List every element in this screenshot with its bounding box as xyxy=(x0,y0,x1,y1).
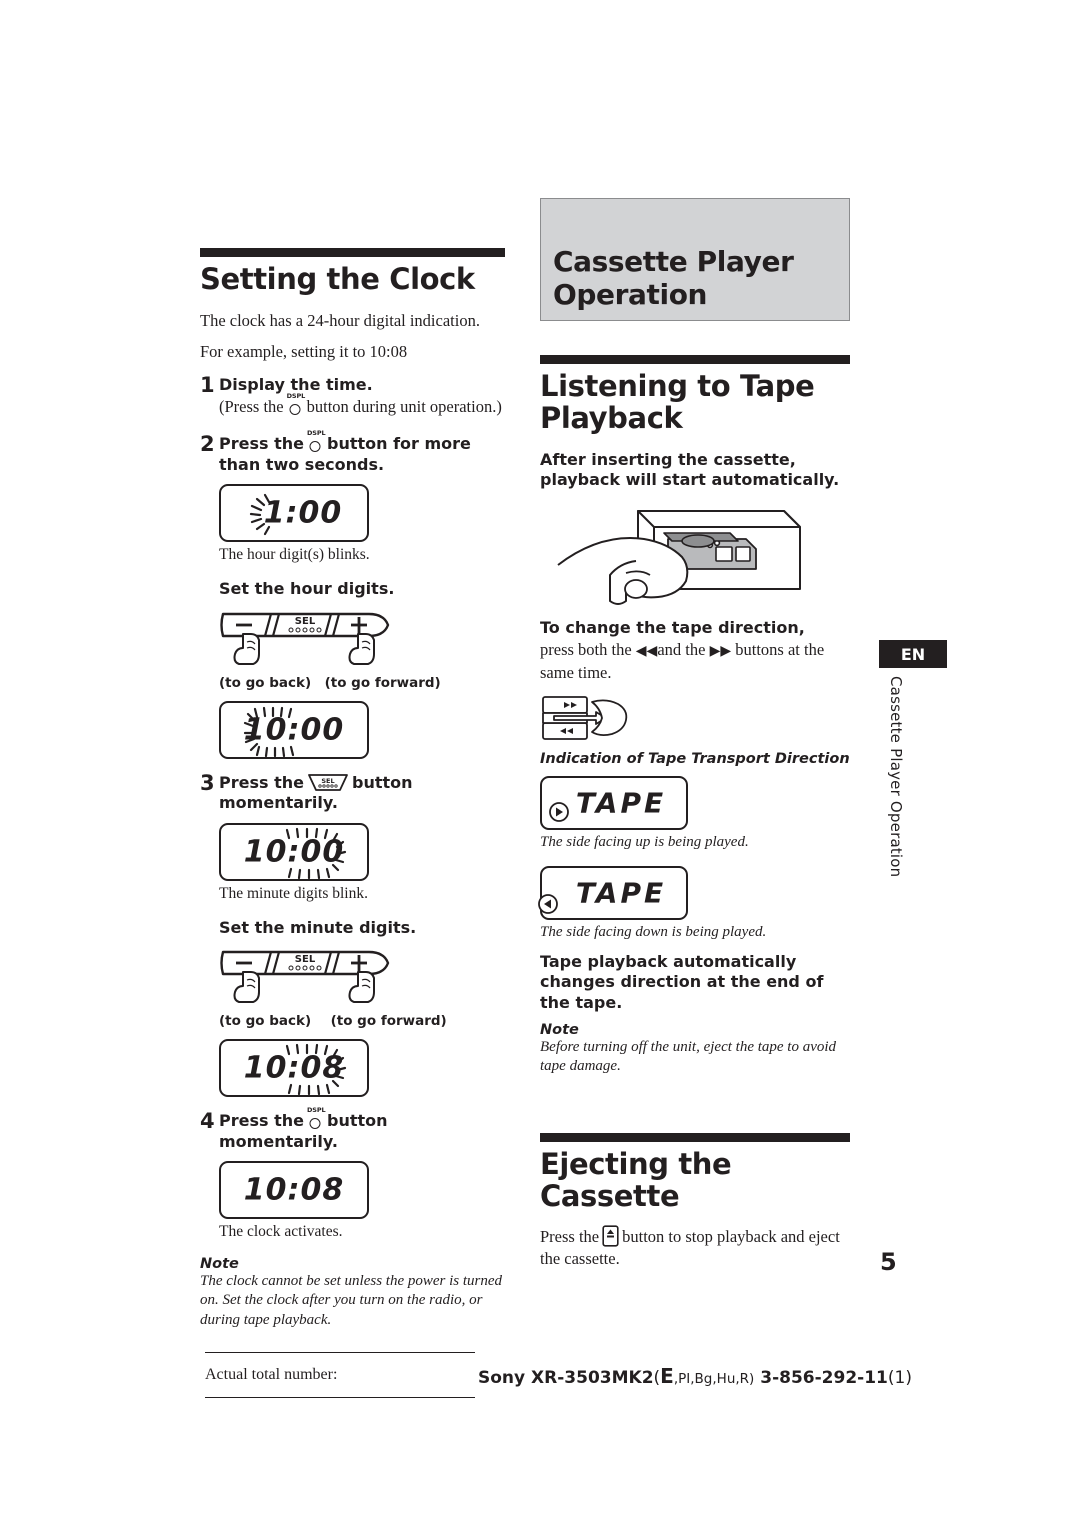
lcd-display-tape-down: TAPE xyxy=(538,866,688,921)
footer-part-number: 3-856-292-11 xyxy=(760,1368,888,1388)
step-1: 1 Display the time. (Press the DSPL button… xyxy=(200,375,505,418)
step-1-title: Display the time. xyxy=(219,375,373,394)
chapter-title-box: Cassette Player Operation xyxy=(540,198,850,321)
note-text-right: Before turning off the unit, eject the t… xyxy=(540,1038,837,1075)
step-2: 2 Press the DSPL button for more than two … xyxy=(200,429,505,475)
step-2-text-before: Press the xyxy=(219,434,304,454)
footer: Actual total number: Sony XR-3503MK2(E,P… xyxy=(0,1352,1080,1432)
section-rule-setting-clock xyxy=(200,248,505,257)
note-label-left: Note xyxy=(200,1255,239,1272)
auto-reverse-text: Tape playback automatically changes dire… xyxy=(540,951,824,1012)
direction-text-pre: press both the xyxy=(540,640,632,660)
dspl-button-ring xyxy=(309,441,321,453)
cassette-insert-illustration xyxy=(540,497,850,614)
step-1-number: 1 xyxy=(200,373,215,397)
step-4: 4 Press the DSPL button momentarily. xyxy=(200,1106,505,1152)
lcd-digits-value: 10:00 xyxy=(243,712,345,748)
step-1-detail-after: button during unit operation.) xyxy=(306,397,502,417)
tape-direction-rocker-illustration xyxy=(540,694,850,747)
fastforward-button-icon[interactable]: ▶▶ xyxy=(710,644,732,659)
lcd-caption-hour-blink: The hour digit(s) blinks. xyxy=(219,546,370,564)
rocker-control-minute[interactable]: SEL xyxy=(219,944,505,1011)
footer-model-line: Sony XR-3503MK2(E,PI,Bg,Hu,R) 3-856-292-… xyxy=(478,1364,912,1388)
direction-text-mid: and the xyxy=(657,640,706,660)
lcd-display-hour-blink: 1:00 xyxy=(219,484,369,543)
section-title-listening: Listening to Tape Playback xyxy=(540,369,815,436)
footer-brand: Sony xyxy=(478,1368,526,1388)
lcd-tape-value: TAPE xyxy=(575,876,667,910)
dspl-button-label: DSPL xyxy=(306,1106,326,1115)
lcd-display-minute-blink: 10:00 xyxy=(219,822,369,881)
step-3-number: 3 xyxy=(200,770,215,795)
sel-button-icon[interactable]: SEL xyxy=(307,773,349,792)
svg-text:SEL: SEL xyxy=(295,616,316,627)
lcd-caption-minute-blink: The minute digits blink. xyxy=(219,884,368,902)
lcd-digits-value: 1:00 xyxy=(263,495,343,531)
note-label-right: Note xyxy=(540,1021,579,1038)
lcd-caption-clock-final: The clock activates. xyxy=(219,1222,343,1240)
footer-regions-rest: ,PI,Bg,Hu,R) xyxy=(673,1371,755,1387)
dspl-button-label: DSPL xyxy=(286,392,306,401)
dspl-button-icon[interactable]: DSPL xyxy=(307,1106,326,1130)
set-minute-digits-label: Set the minute digits. xyxy=(219,917,417,937)
rocker-hour-illustration[interactable]: SEL xyxy=(219,606,394,668)
dspl-button-ring xyxy=(289,404,301,416)
footer-model-number: XR-3503MK2 xyxy=(531,1368,654,1388)
step-4-text-before: Press the xyxy=(219,1111,304,1131)
direction-arrow-right-icon xyxy=(549,801,569,822)
dspl-button-ring xyxy=(309,1118,321,1130)
footer-region-primary: E xyxy=(660,1364,674,1388)
sel-button-label: SEL xyxy=(321,777,334,785)
rocker-minute-caption-forward: (to go forward) xyxy=(330,1013,447,1030)
lcd-digits-value: 10:08 xyxy=(243,1172,345,1208)
intro-line-1: The clock has a 24-hour digital indicati… xyxy=(200,311,480,331)
lcd-caption-tape-up: The side facing up is being played. xyxy=(540,833,749,850)
language-tab-en: EN xyxy=(879,640,947,668)
step-1-detail-before: (Press the xyxy=(219,397,284,417)
intro-line-2: For example, setting it to 10:08 xyxy=(200,342,408,362)
lcd-display-tape-up: TAPE xyxy=(540,775,688,830)
svg-text:SEL: SEL xyxy=(295,954,316,965)
step-2-number: 2 xyxy=(200,432,215,457)
lcd-display-minute-set: 10:08 xyxy=(219,1039,369,1098)
right-column: Cassette Player Operation Listening to T… xyxy=(538,198,850,1269)
lcd-digits-value: 10:08 xyxy=(243,1050,345,1086)
page-title-setting-clock: Setting the Clock xyxy=(200,262,475,296)
section-rule-listening xyxy=(540,355,850,364)
lcd-display-clock-final: 10:08 xyxy=(219,1160,369,1219)
page-number: 5 xyxy=(880,1248,897,1276)
direction-arrow-left-icon xyxy=(538,894,558,914)
lcd-digits-value: 10:00 xyxy=(243,834,345,870)
vertical-chapter-label: Cassette Player Operation xyxy=(887,676,905,878)
footer-revision: (1) xyxy=(887,1368,912,1388)
rocker-hour-caption-back: (to go back) xyxy=(219,674,312,691)
footer-label: Actual total number: xyxy=(205,1366,338,1383)
rocker-minute-illustration[interactable]: SEL xyxy=(219,944,394,1006)
dspl-button-label: DSPL xyxy=(306,429,326,438)
dspl-button-icon[interactable]: DSPL xyxy=(287,392,305,416)
indication-label: Indication of Tape Transport Direction xyxy=(540,750,850,767)
section-rule-ejecting xyxy=(540,1132,850,1142)
lcd-display-hour-set: 10:00 xyxy=(219,700,369,759)
lead-text-insert-cassette: After inserting the cassette, playback w… xyxy=(540,449,840,490)
left-column: Setting the Clock The clock has a 24-hou… xyxy=(200,248,505,1330)
note-text-left: The clock cannot be set unless the power… xyxy=(200,1272,503,1328)
rocker-control-hour[interactable]: SEL xyxy=(219,606,505,673)
section-title-ejecting: Ejecting the Cassette xyxy=(540,1146,732,1214)
set-hour-digits-label: Set the hour digits. xyxy=(219,579,395,599)
rewind-button-icon[interactable]: ◀◀ xyxy=(636,644,658,659)
step-4-number: 4 xyxy=(200,1109,215,1134)
chapter-title-text: Cassette Player Operation xyxy=(553,245,794,311)
rocker-minute-caption-back: (to go back) xyxy=(219,1013,312,1030)
lcd-caption-tape-down: The side facing down is being played. xyxy=(540,924,767,941)
step-3-text-before: Press the xyxy=(219,772,304,792)
eject-button-icon[interactable] xyxy=(602,1225,619,1247)
rocker-hour-caption-forward: (to go forward) xyxy=(324,674,441,691)
direction-heading: To change the tape direction, xyxy=(540,617,805,637)
step-3: 3 Press the SEL button momentarily. xyxy=(200,770,505,814)
eject-text-pre: Press the xyxy=(540,1226,600,1246)
dspl-button-icon[interactable]: DSPL xyxy=(307,429,326,453)
